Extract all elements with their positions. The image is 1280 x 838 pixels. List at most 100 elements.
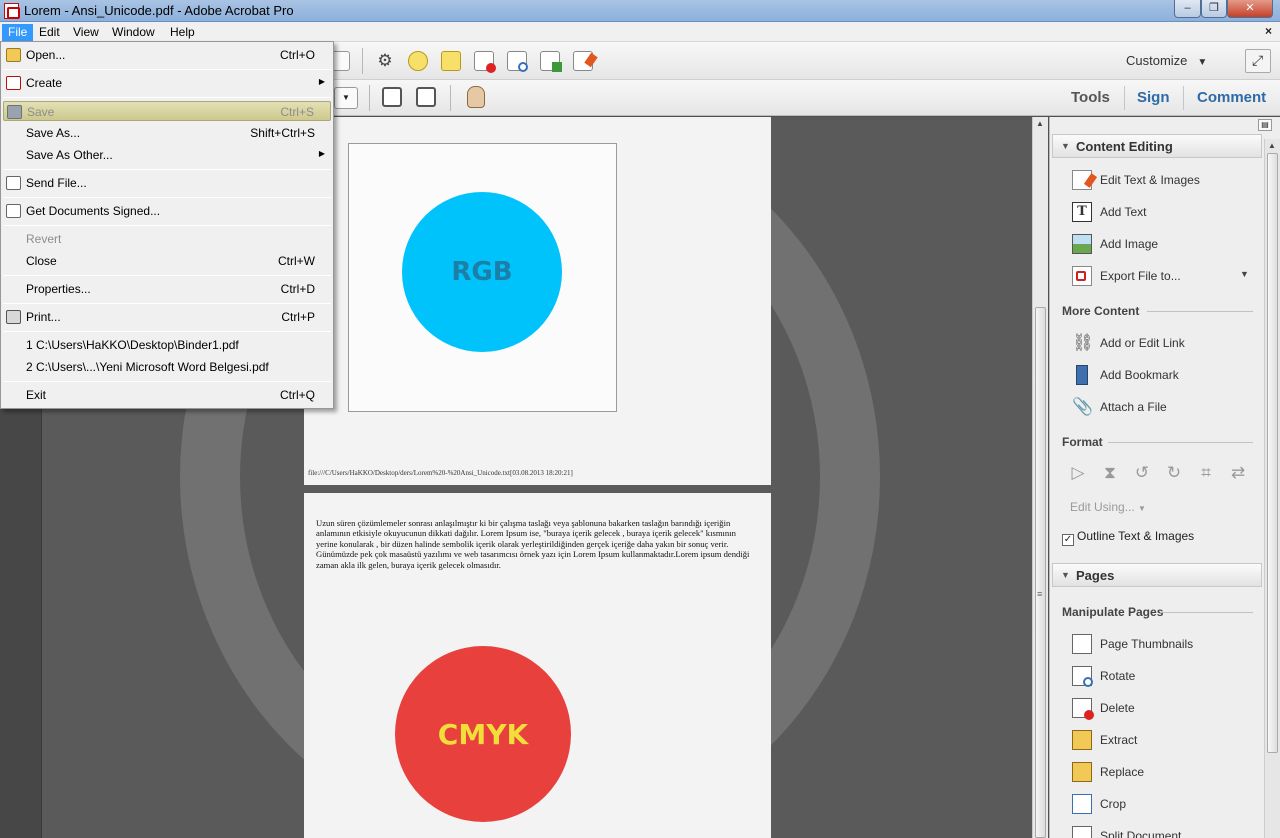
page-footer-path: file:///C/Users/HaKKO/Desktop/ders/Lorem… bbox=[308, 469, 573, 477]
close-window-button[interactable]: ✕ bbox=[1227, 0, 1273, 18]
tab-sign[interactable]: Sign bbox=[1137, 89, 1170, 106]
pane-options-button[interactable]: ▤ bbox=[1258, 119, 1272, 131]
rotate-left-icon[interactable]: ↺ bbox=[1132, 463, 1152, 483]
pages-header[interactable]: ▼ Pages bbox=[1052, 563, 1262, 587]
open-folder-icon bbox=[6, 48, 21, 62]
edit-using-dropdown[interactable]: Edit Using... ▼ bbox=[1070, 500, 1146, 514]
split-document-icon bbox=[1072, 826, 1092, 838]
menu-help[interactable]: Help bbox=[164, 24, 201, 41]
crop-object-icon[interactable]: ⌗ bbox=[1196, 463, 1216, 483]
hand-tool-icon[interactable] bbox=[467, 86, 485, 108]
menu-item-revert[interactable]: Revert bbox=[3, 229, 331, 249]
scroll-up-icon[interactable]: ▲ bbox=[1036, 119, 1044, 128]
tool-extract[interactable]: Extract bbox=[1072, 730, 1257, 752]
menu-separator bbox=[3, 275, 331, 276]
menu-item-print[interactable]: Print... Ctrl+P bbox=[3, 307, 331, 327]
fit-page-icon[interactable] bbox=[416, 87, 436, 107]
menu-window[interactable]: Window bbox=[106, 24, 161, 41]
menu-item-get-documents-signed[interactable]: Get Documents Signed... bbox=[3, 201, 331, 221]
menu-edit[interactable]: Edit bbox=[33, 24, 66, 41]
format-heading: Format bbox=[1062, 435, 1103, 449]
menu-item-open[interactable]: Open... Ctrl+O bbox=[3, 45, 331, 65]
tool-edit-text-images[interactable]: Edit Text & Images bbox=[1072, 170, 1257, 192]
rotate-right-icon[interactable]: ↻ bbox=[1164, 463, 1184, 483]
highlight-text-icon[interactable] bbox=[441, 51, 461, 71]
crop-icon bbox=[1072, 794, 1092, 814]
splitter-grip-icon[interactable]: ≡ bbox=[1037, 589, 1042, 599]
maximize-button[interactable]: ❐ bbox=[1201, 0, 1227, 18]
tool-export-file[interactable]: Export File to... ▼ bbox=[1072, 266, 1257, 288]
customize-label: Customize bbox=[1126, 53, 1188, 68]
tab-comment[interactable]: Comment bbox=[1197, 89, 1266, 106]
bookmark-icon bbox=[1076, 365, 1088, 385]
menu-separator bbox=[3, 97, 331, 98]
minimize-button[interactable]: – bbox=[1174, 0, 1201, 18]
menu-item-properties[interactable]: Properties... Ctrl+D bbox=[3, 279, 331, 299]
menu-item-exit[interactable]: Exit Ctrl+Q bbox=[3, 385, 331, 405]
full-screen-button[interactable] bbox=[1245, 49, 1271, 73]
menu-bar: File Edit View Window Help × bbox=[0, 22, 1280, 42]
document-scrollbar[interactable]: ▲ ≡ bbox=[1032, 117, 1048, 838]
menu-item-send-file[interactable]: Send File... bbox=[3, 173, 331, 193]
fit-width-icon[interactable] bbox=[382, 87, 402, 107]
tool-add-edit-link[interactable]: ⛓ Add or Edit Link bbox=[1072, 333, 1257, 355]
content-editing-header[interactable]: ▼ Content Editing bbox=[1052, 134, 1262, 158]
menu-separator bbox=[3, 331, 331, 332]
menu-item-create[interactable]: Create ▶ bbox=[3, 73, 331, 93]
close-document-button[interactable]: × bbox=[1265, 24, 1272, 38]
scrollbar-thumb[interactable] bbox=[1035, 307, 1046, 838]
zoom-dropdown-button[interactable]: ▼ bbox=[334, 87, 358, 109]
envelope-icon bbox=[6, 176, 21, 190]
replace-image-icon[interactable]: ⇄ bbox=[1228, 463, 1248, 483]
more-content-heading: More Content bbox=[1062, 304, 1140, 318]
tool-split-document[interactable]: Split Document bbox=[1072, 826, 1257, 838]
customize-menu[interactable]: Customize ▼ bbox=[1126, 53, 1207, 68]
tool-page-thumbnails[interactable]: Page Thumbnails bbox=[1072, 634, 1257, 656]
section-divider bbox=[1160, 612, 1253, 613]
tool-crop[interactable]: Crop bbox=[1072, 794, 1257, 816]
menu-separator bbox=[3, 169, 331, 170]
menu-view[interactable]: View bbox=[67, 24, 105, 41]
scroll-up-icon[interactable]: ▲ bbox=[1268, 141, 1276, 150]
edit-pdf-icon[interactable] bbox=[573, 51, 598, 71]
menu-item-recent-2[interactable]: 2 C:\Users\...\Yeni Microsoft Word Belge… bbox=[3, 357, 331, 377]
tool-add-text[interactable]: T Add Text bbox=[1072, 202, 1257, 224]
tool-add-bookmark[interactable]: Add Bookmark bbox=[1072, 365, 1257, 387]
delete-page-icon[interactable] bbox=[474, 51, 496, 73]
chevron-down-icon[interactable]: ▼ bbox=[1240, 269, 1249, 279]
menu-item-save-as-other[interactable]: Save As Other... ▶ bbox=[3, 145, 331, 165]
align-left-icon[interactable]: ▷ bbox=[1068, 463, 1088, 483]
menu-item-recent-1[interactable]: 1 C:\Users\HaKKO\Desktop\Binder1.pdf bbox=[3, 335, 331, 355]
comment-bubble-icon[interactable] bbox=[408, 51, 428, 71]
delete-page-icon bbox=[1072, 698, 1094, 720]
section-divider bbox=[1147, 311, 1253, 312]
tool-replace[interactable]: Replace bbox=[1072, 762, 1257, 784]
rotate-page-icon[interactable] bbox=[507, 51, 528, 72]
chevron-down-icon: ▼ bbox=[1197, 57, 1208, 68]
collapse-triangle-icon: ▼ bbox=[1061, 570, 1070, 580]
tool-attach-file[interactable]: 📎 Attach a File bbox=[1072, 397, 1257, 419]
menu-separator bbox=[3, 197, 331, 198]
checkbox-checked-icon[interactable]: ✓ bbox=[1062, 534, 1074, 546]
rgb-circle: RGB bbox=[402, 192, 562, 352]
outline-text-images-checkbox[interactable]: ✓ Outline Text & Images bbox=[1062, 529, 1194, 546]
submenu-arrow-icon: ▶ bbox=[318, 149, 325, 158]
extract-page-icon[interactable] bbox=[540, 51, 562, 72]
extract-page-icon bbox=[1072, 730, 1092, 750]
menu-item-save[interactable]: Save Ctrl+S bbox=[3, 101, 331, 121]
menu-file[interactable]: File bbox=[2, 24, 34, 41]
manipulate-pages-heading: Manipulate Pages bbox=[1062, 605, 1164, 619]
gear-icon[interactable]: ⚙ bbox=[375, 51, 395, 71]
flip-icon[interactable]: ⧗ bbox=[1100, 463, 1120, 483]
tab-tools[interactable]: Tools bbox=[1071, 89, 1110, 106]
replace-page-icon bbox=[1072, 762, 1092, 782]
tools-pane-scrollbar[interactable]: ▲ bbox=[1264, 139, 1280, 838]
menu-item-close[interactable]: Close Ctrl+W bbox=[3, 251, 331, 271]
tool-rotate[interactable]: Rotate bbox=[1072, 666, 1257, 688]
tool-delete[interactable]: Delete bbox=[1072, 698, 1257, 720]
menu-item-save-as[interactable]: Save As... Shift+Ctrl+S bbox=[3, 123, 331, 143]
toolbar-separator bbox=[369, 85, 370, 111]
menu-separator bbox=[3, 303, 331, 304]
tool-add-image[interactable]: Add Image bbox=[1072, 234, 1257, 256]
scrollbar-thumb[interactable] bbox=[1267, 153, 1278, 753]
